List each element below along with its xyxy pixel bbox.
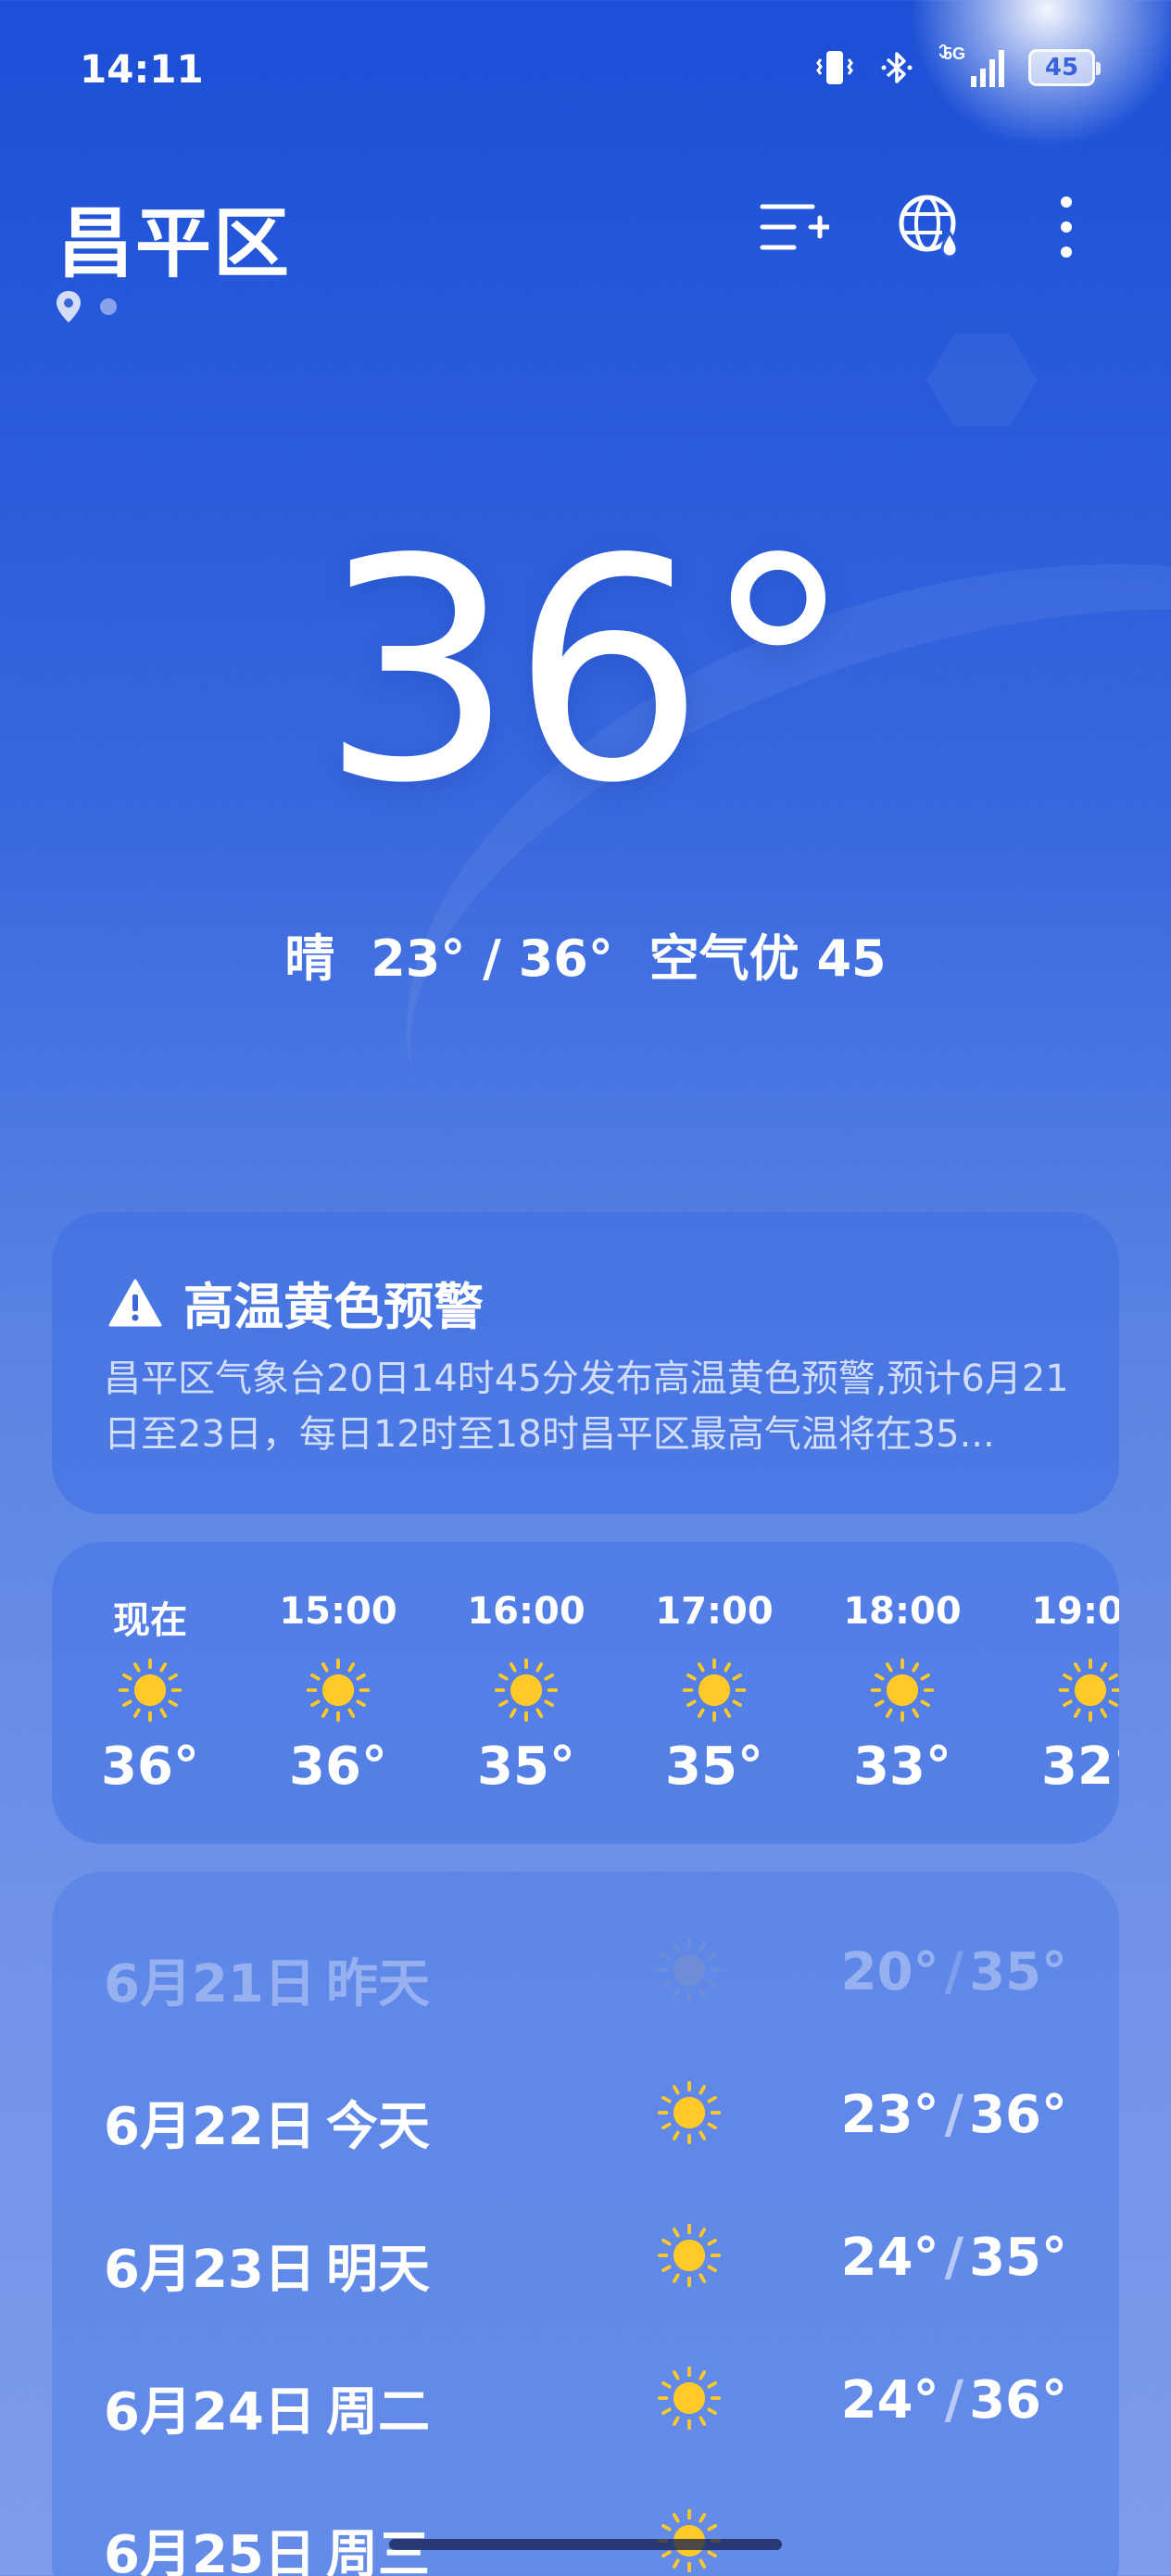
hour-time: 19:00 <box>1031 1590 1119 1633</box>
hour-time: 16:00 <box>467 1590 586 1633</box>
hour-time: 18:00 <box>843 1590 962 1633</box>
range-separator: / <box>944 2228 964 2288</box>
hour-temperature: 35° <box>477 1736 575 1797</box>
day-low: 24° <box>840 2228 939 2288</box>
page-dot <box>100 298 117 315</box>
sun-icon <box>494 1658 559 1723</box>
day-high: 35° <box>969 1942 1067 2002</box>
hour-time: 15:00 <box>279 1590 397 1633</box>
day-date: 6月25日 <box>104 2525 316 2576</box>
hourly-item: 17:00 35° <box>649 1590 779 1797</box>
day-high: 36° <box>969 2370 1067 2431</box>
day-temperature-range: 23°/36° <box>841 2085 1067 2145</box>
day-label: 昨天 <box>326 1954 430 2014</box>
alert-header: 高温黄色预警 <box>107 1266 484 1339</box>
signal-icon: 5G <box>939 44 1004 87</box>
manage-cities-icon <box>760 204 829 250</box>
hour-temperature: 33° <box>853 1736 951 1797</box>
daily-row[interactable]: 6月22日 今天 23°/36° <box>104 2068 1067 2161</box>
day-high: 35° <box>969 2228 1067 2288</box>
day-date: 6月23日 <box>104 2240 316 2300</box>
current-range: 23° / 36° <box>371 929 613 988</box>
day-temperature-range: 24°/36° <box>841 2370 1067 2431</box>
sun-icon <box>682 1658 747 1723</box>
sun-icon <box>657 1938 722 2002</box>
day-label: 今天 <box>326 2097 430 2157</box>
vibrate-icon <box>816 51 853 84</box>
alert-text: 昌平区气象台20日14时45分发布高温黄色预警,预计6月21日至23日，每日12… <box>104 1357 1069 1456</box>
hourly-item: 18:00 33° <box>837 1590 967 1797</box>
day-label: 明天 <box>326 2240 430 2300</box>
status-icons: 5G 45 <box>813 44 1101 91</box>
sun-icon <box>657 2080 722 2145</box>
more-options-button[interactable] <box>1025 185 1108 269</box>
day-temperature-range: 24°/35° <box>841 2228 1067 2288</box>
day-date: 6月22日 <box>104 2097 316 2157</box>
hourly-item: 19:00 32° <box>1026 1590 1119 1797</box>
background-hexagon <box>926 334 1038 426</box>
manage-cities-button[interactable] <box>752 185 836 269</box>
range-separator: / <box>944 2085 964 2145</box>
sun-icon <box>306 1658 371 1723</box>
home-indicator[interactable] <box>389 2539 782 2550</box>
daily-row[interactable]: 6月25日 周三 <box>104 2496 1067 2576</box>
hourly-item: 15:00 36° <box>273 1590 403 1797</box>
day-date: 6月21日 <box>104 1954 316 2014</box>
alert-title: 高温黄色预警 <box>183 1278 484 1336</box>
air-quality[interactable]: 空气优 45 <box>649 929 887 988</box>
hour-temperature: 36° <box>289 1736 387 1797</box>
weather-map-button[interactable] <box>889 185 973 269</box>
current-condition: 晴 <box>284 929 335 988</box>
current-temperature: 36° <box>320 494 855 850</box>
location-title[interactable]: 昌平区 <box>57 182 291 292</box>
daily-row[interactable]: 6月24日 周二 24°/36° <box>104 2354 1067 2446</box>
day-label: 周二 <box>326 2382 430 2443</box>
sun-icon <box>657 2366 722 2431</box>
hour-time: 17:00 <box>655 1590 774 1633</box>
current-summary[interactable]: 晴 23° / 36° 空气优 45 <box>0 917 1171 991</box>
day-temperature-range: 20°/35° <box>841 1942 1067 2002</box>
sun-icon <box>1058 1658 1119 1723</box>
sun-icon <box>657 2223 722 2288</box>
bluetooth-icon <box>881 52 913 83</box>
hourly-item: 现在 36° <box>85 1590 215 1797</box>
day-low: 24° <box>840 2370 939 2431</box>
day-high: 36° <box>969 2085 1067 2145</box>
warning-icon <box>108 1279 162 1326</box>
hour-temperature: 35° <box>665 1736 763 1797</box>
status-time: 14:11 <box>80 46 204 92</box>
battery-icon: 45 <box>1028 49 1101 86</box>
globe-rain-icon <box>899 195 959 259</box>
more-vertical-icon <box>1061 196 1072 258</box>
range-separator: / <box>944 1942 964 2002</box>
day-date: 6月24日 <box>104 2382 316 2443</box>
sun-icon <box>118 1658 183 1723</box>
daily-forecast-card[interactable]: 6月21日 昨天 20°/35° 6月22日 今天 23°/36° 6月23日 明天 24°/3… <box>52 1872 1119 2576</box>
page-indicator <box>54 289 117 324</box>
daily-row[interactable]: 6月23日 明天 24°/35° <box>104 2211 1067 2304</box>
hour-temperature: 36° <box>101 1736 199 1797</box>
location-pin-icon <box>57 291 81 322</box>
hour-time: 现在 <box>113 1599 187 1642</box>
daily-row[interactable]: 6月21日 昨天 20°/35° <box>104 1926 1067 2018</box>
weather-alert-card[interactable]: 高温黄色预警 昌平区气象台20日14时45分发布高温黄色预警,预计6月21日至2… <box>52 1212 1119 1514</box>
hourly-forecast-card[interactable]: 现在 36° 15:00 36° 16:00 35° 17:00 35° 18:00 33° 19:… <box>52 1542 1119 1844</box>
hourly-item: 16:00 35° <box>461 1590 591 1797</box>
day-low: 23° <box>840 2085 939 2145</box>
sun-icon <box>870 1658 935 1723</box>
range-separator: / <box>944 2370 964 2431</box>
day-low: 20° <box>840 1942 939 2002</box>
hour-temperature: 32° <box>1041 1736 1119 1797</box>
